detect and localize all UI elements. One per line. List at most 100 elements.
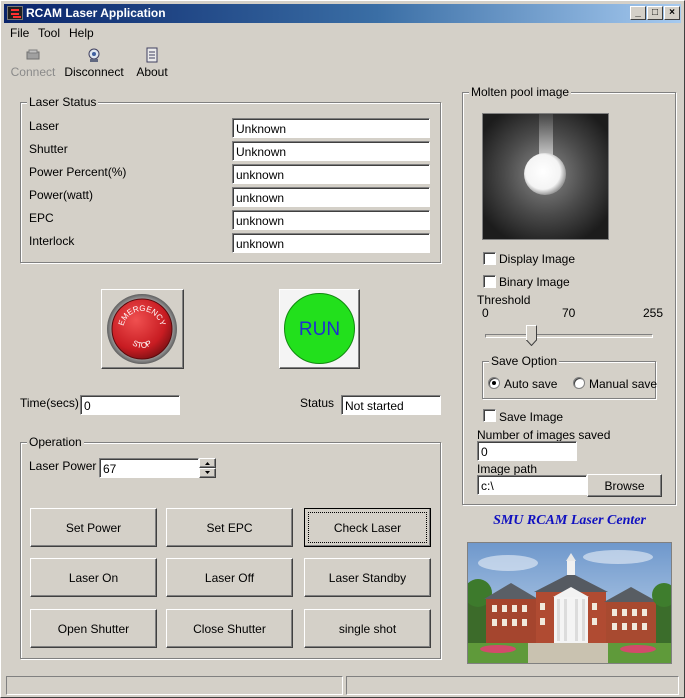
connect-button[interactable]: Connect <box>10 43 56 81</box>
molten-pool-image <box>482 113 609 240</box>
operation-title: Operation <box>27 435 84 449</box>
app-icon <box>7 6 23 20</box>
time-label: Time(secs) <box>20 396 79 410</box>
save-image-label: Save Image <box>499 410 564 424</box>
laser-on-label: Laser On <box>68 570 119 585</box>
arrow-up-icon <box>205 462 210 465</box>
power-percent-value[interactable]: unknown <box>232 164 430 184</box>
about-label: About <box>136 65 168 79</box>
status-panel-right <box>346 676 679 695</box>
save-image-checkbox[interactable] <box>483 409 496 422</box>
single-shot-label: single shot <box>338 621 397 636</box>
display-image-label: Display Image <box>499 252 576 266</box>
about-button[interactable]: About <box>132 43 172 81</box>
run-icon: RUN <box>284 293 355 364</box>
run-button[interactable]: RUN <box>279 289 360 369</box>
auto-save-radio[interactable] <box>488 377 500 389</box>
open-shutter-button[interactable]: Open Shutter <box>30 609 157 648</box>
epc-value[interactable]: unknown <box>232 210 430 230</box>
status-label: Status <box>300 396 335 410</box>
interlock-label: Interlock <box>29 234 75 248</box>
menu-bar: File Tool Help <box>4 24 681 42</box>
set-epc-button[interactable]: Set EPC <box>166 508 293 547</box>
campus-building-picture <box>468 543 671 663</box>
toolbar: Connect Disconnect About <box>4 43 681 83</box>
disconnect-label: Disconnect <box>64 65 124 79</box>
power-watt-label: Power(watt) <box>29 188 94 202</box>
connect-icon <box>25 47 41 63</box>
images-saved-label: Number of images saved <box>477 428 611 442</box>
minimize-button[interactable]: _ <box>630 6 646 20</box>
laser-power-input[interactable]: 67 <box>99 458 199 478</box>
status-value[interactable]: Not started <box>341 395 441 415</box>
set-power-label: Set Power <box>65 520 122 535</box>
check-laser-label: Check Laser <box>333 520 402 535</box>
check-laser-button[interactable]: Check Laser <box>304 508 431 547</box>
power-watt-value[interactable]: unknown <box>232 187 430 207</box>
laser-status-title: Laser Status <box>27 95 99 109</box>
close-shutter-button[interactable]: Close Shutter <box>166 609 293 648</box>
open-shutter-label: Open Shutter <box>57 621 130 636</box>
arrow-down-icon <box>205 471 210 474</box>
images-saved-value[interactable]: 0 <box>477 441 577 461</box>
disconnect-button[interactable]: Disconnect <box>62 43 126 81</box>
browse-label: Browse <box>604 478 645 493</box>
threshold-slider-thumb[interactable] <box>525 325 537 347</box>
shutter-value[interactable]: Unknown <box>232 141 430 161</box>
image-path-label: Image path <box>477 462 538 476</box>
main-window: RCAM Laser Application _ □ × File Tool H… <box>0 0 685 698</box>
manual-save-label: Manual save <box>589 377 658 391</box>
laser-standby-button[interactable]: Laser Standby <box>304 558 431 597</box>
set-epc-label: Set EPC <box>206 520 253 535</box>
epc-label: EPC <box>29 211 54 225</box>
threshold-max-label: 255 <box>643 306 664 320</box>
threshold-track[interactable] <box>485 334 653 338</box>
molten-pool-picture <box>483 114 608 239</box>
laser-off-button[interactable]: Laser Off <box>166 558 293 597</box>
display-image-checkbox[interactable] <box>483 252 496 265</box>
emergency-stop-button[interactable]: EMERGENCY STOP <box>101 289 184 369</box>
connect-label: Connect <box>10 65 56 79</box>
browse-button[interactable]: Browse <box>587 474 662 497</box>
close-button[interactable]: × <box>664 6 680 20</box>
laser-label: Laser <box>29 119 60 133</box>
shutter-label: Shutter <box>29 142 68 156</box>
run-label: RUN <box>299 319 340 340</box>
laser-standby-label: Laser Standby <box>328 570 407 585</box>
title-bar[interactable]: RCAM Laser Application _ □ × <box>4 4 681 23</box>
laser-power-up-button[interactable] <box>199 458 216 468</box>
laser-power-label: Laser Power <box>29 459 97 473</box>
threshold-min-label: 0 <box>482 306 489 320</box>
image-path-input[interactable]: c:\ <box>477 475 587 495</box>
brand-text: SMU RCAM Laser Center <box>493 513 646 528</box>
laser-value[interactable]: Unknown <box>232 118 430 138</box>
maximize-button[interactable]: □ <box>647 6 663 20</box>
binary-image-label: Binary Image <box>499 275 570 289</box>
save-option-title: Save Option <box>489 354 560 368</box>
disconnect-icon <box>86 47 102 63</box>
molten-pool-title: Molten pool image <box>469 85 572 99</box>
window-title: RCAM Laser Application <box>26 6 166 20</box>
binary-image-checkbox[interactable] <box>483 275 496 288</box>
set-power-button[interactable]: Set Power <box>30 508 157 547</box>
campus-photo <box>467 542 672 664</box>
power-percent-label: Power Percent(%) <box>29 165 127 179</box>
interlock-value[interactable]: unknown <box>232 233 430 253</box>
status-bar <box>4 676 681 695</box>
menu-help[interactable]: Help <box>69 26 94 40</box>
about-icon <box>144 47 160 63</box>
status-panel-left <box>6 676 343 695</box>
manual-save-radio[interactable] <box>573 377 585 389</box>
single-shot-button[interactable]: single shot <box>304 609 431 648</box>
laser-power-down-button[interactable] <box>199 468 216 478</box>
time-value[interactable]: 0 <box>80 395 180 415</box>
threshold-label: Threshold <box>477 293 531 307</box>
laser-on-button[interactable]: Laser On <box>30 558 157 597</box>
laser-off-label: Laser Off <box>204 570 255 585</box>
menu-file[interactable]: File <box>10 26 29 40</box>
threshold-mid-label: 70 <box>562 306 576 320</box>
close-shutter-label: Close Shutter <box>193 621 266 636</box>
menu-tool[interactable]: Tool <box>38 26 60 40</box>
auto-save-label: Auto save <box>504 377 558 391</box>
emergency-stop-icon: EMERGENCY STOP <box>107 294 177 364</box>
